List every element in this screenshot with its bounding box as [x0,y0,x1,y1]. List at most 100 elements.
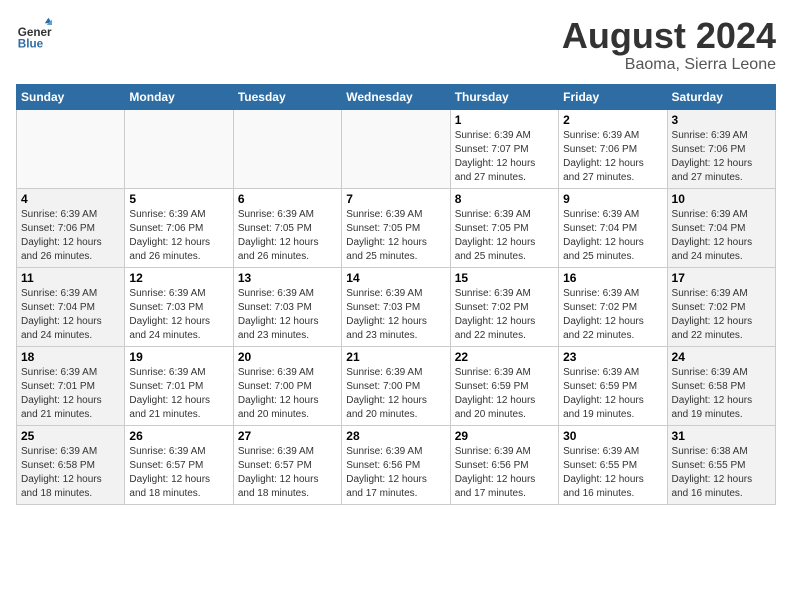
logo-icon: General Blue [16,16,52,52]
calendar-cell: 23 Sunrise: 6:39 AM Sunset: 6:59 PM Dayli… [559,346,667,425]
day-info: Sunrise: 6:39 AM Sunset: 6:56 PM Dayligh… [455,445,554,501]
weekday-header-thursday: Thursday [450,84,558,109]
weekday-header-sunday: Sunday [17,84,125,109]
calendar-cell: 13 Sunrise: 6:39 AM Sunset: 7:03 PM Dayli… [233,267,341,346]
day-number: 21 [346,350,445,364]
weekday-header-friday: Friday [559,84,667,109]
day-number: 27 [238,429,337,443]
calendar-cell: 21 Sunrise: 6:39 AM Sunset: 7:00 PM Dayli… [342,346,450,425]
day-info: Sunrise: 6:39 AM Sunset: 7:06 PM Dayligh… [563,129,662,185]
day-info: Sunrise: 6:39 AM Sunset: 7:03 PM Dayligh… [129,287,228,343]
day-number: 13 [238,271,337,285]
calendar-cell: 2 Sunrise: 6:39 AM Sunset: 7:06 PM Daylig… [559,109,667,188]
day-info: Sunrise: 6:39 AM Sunset: 7:04 PM Dayligh… [672,208,771,264]
calendar-cell: 27 Sunrise: 6:39 AM Sunset: 6:57 PM Dayli… [233,425,341,504]
title-block: August 2024 Baoma, Sierra Leone [562,16,776,74]
day-number: 3 [672,113,771,127]
day-number: 17 [672,271,771,285]
calendar-cell: 17 Sunrise: 6:39 AM Sunset: 7:02 PM Dayli… [667,267,775,346]
calendar-cell: 18 Sunrise: 6:39 AM Sunset: 7:01 PM Dayli… [17,346,125,425]
day-info: Sunrise: 6:39 AM Sunset: 7:06 PM Dayligh… [129,208,228,264]
day-info: Sunrise: 6:39 AM Sunset: 7:06 PM Dayligh… [672,129,771,185]
day-number: 19 [129,350,228,364]
day-info: Sunrise: 6:39 AM Sunset: 7:03 PM Dayligh… [238,287,337,343]
calendar-cell: 26 Sunrise: 6:39 AM Sunset: 6:57 PM Dayli… [125,425,233,504]
calendar-cell [342,109,450,188]
weekday-header-row: SundayMondayTuesdayWednesdayThursdayFrid… [17,84,776,109]
calendar-cell: 9 Sunrise: 6:39 AM Sunset: 7:04 PM Daylig… [559,188,667,267]
day-number: 10 [672,192,771,206]
logo: General Blue [16,16,52,52]
weekday-header-monday: Monday [125,84,233,109]
day-number: 5 [129,192,228,206]
day-info: Sunrise: 6:39 AM Sunset: 6:58 PM Dayligh… [21,445,120,501]
day-info: Sunrise: 6:39 AM Sunset: 7:01 PM Dayligh… [129,366,228,422]
week-row-2: 4Sunrise: 6:39 AM Sunset: 7:06 PM Daylig… [17,188,776,267]
day-number: 24 [672,350,771,364]
day-number: 6 [238,192,337,206]
calendar-cell: 16 Sunrise: 6:39 AM Sunset: 7:02 PM Dayli… [559,267,667,346]
day-number: 30 [563,429,662,443]
calendar-cell: 28Sunrise: 6:39 AM Sunset: 6:56 PM Dayli… [342,425,450,504]
calendar-cell: 24Sunrise: 6:39 AM Sunset: 6:58 PM Dayli… [667,346,775,425]
calendar-cell: 11 Sunrise: 6:39 AM Sunset: 7:04 PM Dayli… [17,267,125,346]
day-number: 29 [455,429,554,443]
day-info: Sunrise: 6:39 AM Sunset: 6:56 PM Dayligh… [346,445,445,501]
day-number: 20 [238,350,337,364]
day-info: Sunrise: 6:39 AM Sunset: 7:05 PM Dayligh… [238,208,337,264]
page-header: General Blue August 2024 Baoma, Sierra L… [16,16,776,74]
day-info: Sunrise: 6:39 AM Sunset: 7:00 PM Dayligh… [346,366,445,422]
day-number: 22 [455,350,554,364]
weekday-header-wednesday: Wednesday [342,84,450,109]
calendar-cell: 3 Sunrise: 6:39 AM Sunset: 7:06 PM Daylig… [667,109,775,188]
calendar-cell [233,109,341,188]
day-number: 31 [672,429,771,443]
day-info: Sunrise: 6:39 AM Sunset: 7:03 PM Dayligh… [346,287,445,343]
week-row-4: 18 Sunrise: 6:39 AM Sunset: 7:01 PM Dayli… [17,346,776,425]
day-info: Sunrise: 6:39 AM Sunset: 7:04 PM Dayligh… [21,287,120,343]
day-number: 26 [129,429,228,443]
calendar-cell: 4Sunrise: 6:39 AM Sunset: 7:06 PM Daylig… [17,188,125,267]
day-info: Sunrise: 6:39 AM Sunset: 7:05 PM Dayligh… [346,208,445,264]
day-info: Sunrise: 6:39 AM Sunset: 7:02 PM Dayligh… [563,287,662,343]
day-info: Sunrise: 6:39 AM Sunset: 7:04 PM Dayligh… [563,208,662,264]
calendar-cell: 7 Sunrise: 6:39 AM Sunset: 7:05 PM Daylig… [342,188,450,267]
calendar-cell: 15 Sunrise: 6:39 AM Sunset: 7:02 PM Dayli… [450,267,558,346]
day-number: 23 [563,350,662,364]
day-number: 1 [455,113,554,127]
day-info: Sunrise: 6:39 AM Sunset: 7:02 PM Dayligh… [672,287,771,343]
calendar-cell: 30Sunrise: 6:39 AM Sunset: 6:55 PM Dayli… [559,425,667,504]
day-number: 7 [346,192,445,206]
day-info: Sunrise: 6:38 AM Sunset: 6:55 PM Dayligh… [672,445,771,501]
day-number: 9 [563,192,662,206]
day-number: 15 [455,271,554,285]
day-number: 14 [346,271,445,285]
month-year-title: August 2024 [562,16,776,56]
week-row-1: 1 Sunrise: 6:39 AM Sunset: 7:07 PM Daylig… [17,109,776,188]
day-number: 25 [21,429,120,443]
weekday-header-saturday: Saturday [667,84,775,109]
day-info: Sunrise: 6:39 AM Sunset: 6:59 PM Dayligh… [563,366,662,422]
day-info: Sunrise: 6:39 AM Sunset: 6:59 PM Dayligh… [455,366,554,422]
week-row-3: 11 Sunrise: 6:39 AM Sunset: 7:04 PM Dayli… [17,267,776,346]
day-info: Sunrise: 6:39 AM Sunset: 7:06 PM Dayligh… [21,208,120,264]
day-number: 11 [21,271,120,285]
calendar-cell: 20Sunrise: 6:39 AM Sunset: 7:00 PM Dayli… [233,346,341,425]
day-number: 18 [21,350,120,364]
calendar-cell: 10 Sunrise: 6:39 AM Sunset: 7:04 PM Dayli… [667,188,775,267]
day-info: Sunrise: 6:39 AM Sunset: 6:57 PM Dayligh… [238,445,337,501]
location-subtitle: Baoma, Sierra Leone [562,56,776,74]
calendar-cell: 19 Sunrise: 6:39 AM Sunset: 7:01 PM Dayli… [125,346,233,425]
day-number: 2 [563,113,662,127]
day-number: 16 [563,271,662,285]
calendar-cell: 1 Sunrise: 6:39 AM Sunset: 7:07 PM Daylig… [450,109,558,188]
day-info: Sunrise: 6:39 AM Sunset: 7:01 PM Dayligh… [21,366,120,422]
day-info: Sunrise: 6:39 AM Sunset: 7:02 PM Dayligh… [455,287,554,343]
day-info: Sunrise: 6:39 AM Sunset: 7:05 PM Dayligh… [455,208,554,264]
day-info: Sunrise: 6:39 AM Sunset: 7:07 PM Dayligh… [455,129,554,185]
calendar-cell: 12Sunrise: 6:39 AM Sunset: 7:03 PM Dayli… [125,267,233,346]
day-number: 8 [455,192,554,206]
calendar-cell: 31 Sunrise: 6:38 AM Sunset: 6:55 PM Dayli… [667,425,775,504]
calendar-cell: 14 Sunrise: 6:39 AM Sunset: 7:03 PM Dayli… [342,267,450,346]
day-info: Sunrise: 6:39 AM Sunset: 6:57 PM Dayligh… [129,445,228,501]
